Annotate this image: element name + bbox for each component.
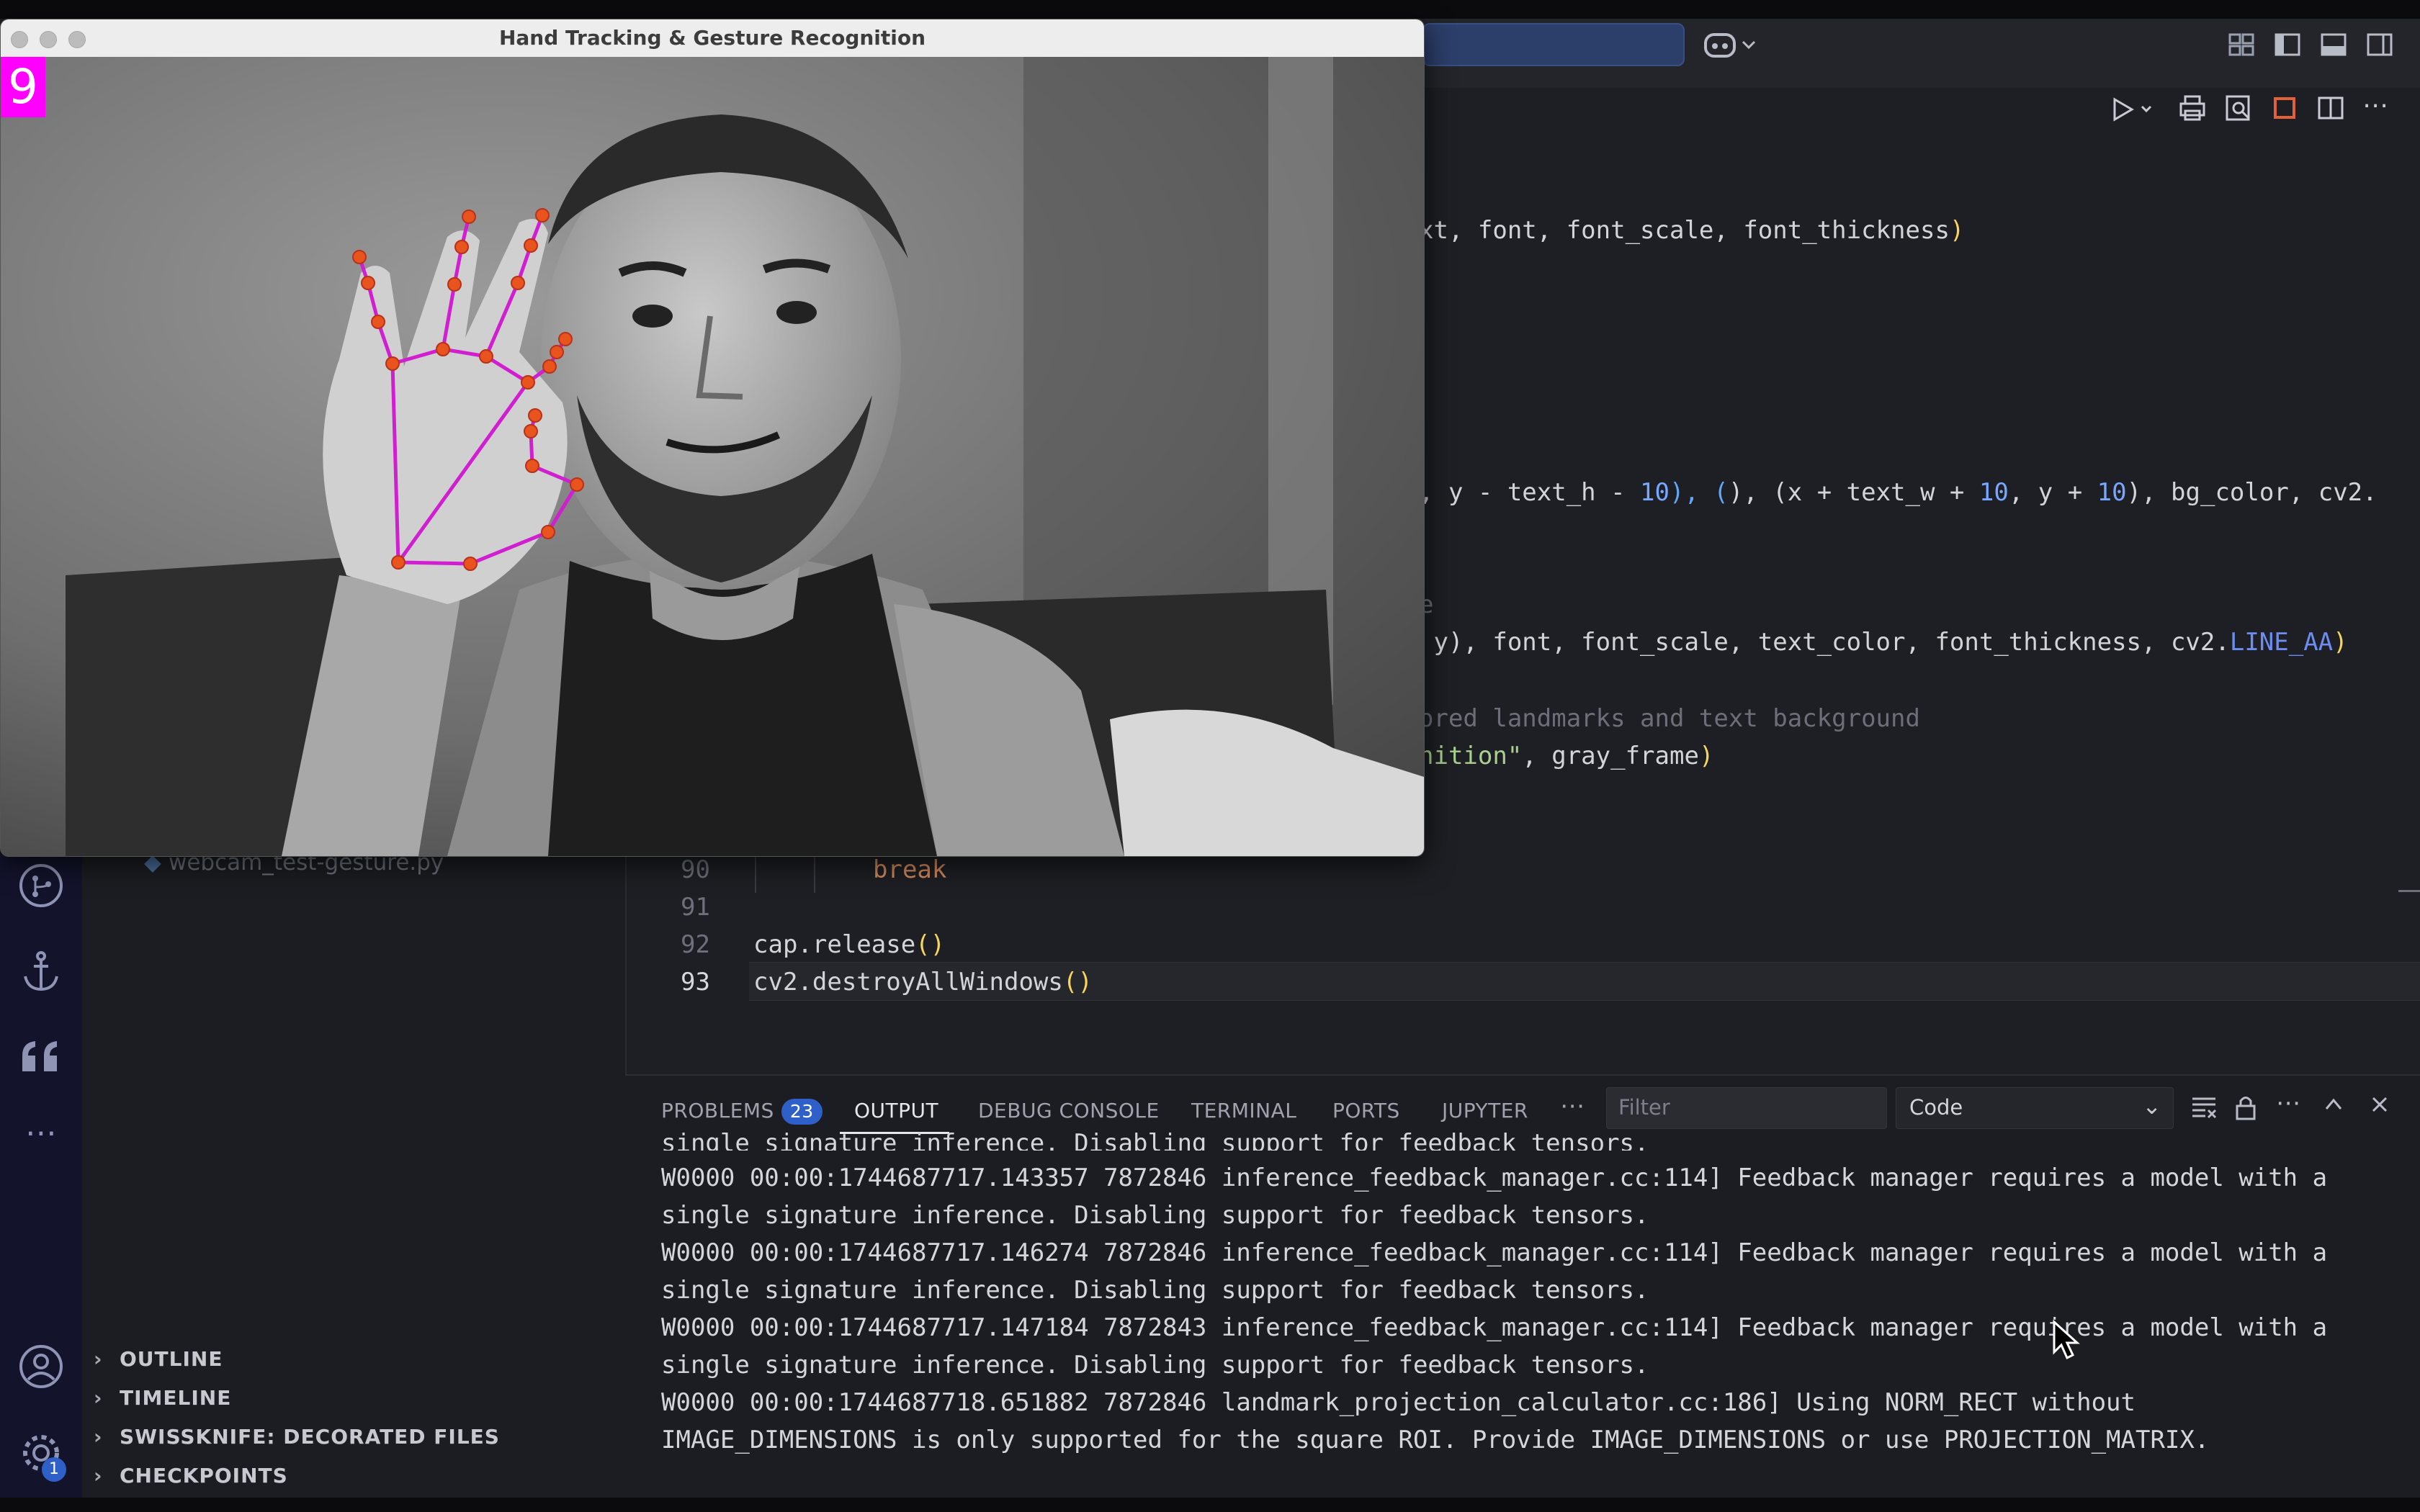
code-break: break <box>873 855 947 884</box>
anchor-icon[interactable] <box>0 949 82 1005</box>
tab-problems[interactable]: PROBLEMS 23 <box>661 1099 823 1125</box>
right-eye <box>776 301 817 324</box>
lock-scroll-icon[interactable] <box>2233 1093 2259 1125</box>
output-line: W0000 00:00:1744687717.146274 7872846 in… <box>661 1238 2328 1267</box>
settings-gear-icon[interactable] <box>0 1430 82 1486</box>
output-line: single signature inference. Disabling su… <box>661 1351 1649 1380</box>
output-filter-input[interactable]: Filter <box>1606 1087 1887 1129</box>
tab-ports[interactable]: PORTS <box>1332 1099 1400 1122</box>
minimap-marker <box>2398 890 2420 892</box>
chevron-right-icon: › <box>94 1425 103 1449</box>
source-control-icon[interactable] <box>0 863 82 919</box>
output-line: W0000 00:00:1744687717.143357 7872846 in… <box>661 1164 2328 1192</box>
output-channel-select[interactable]: Code ⌄ <box>1896 1087 2174 1129</box>
camera-window[interactable]: Hand Tracking & Gesture Recognition 9 <box>0 19 1425 857</box>
toggle-primary-sidebar-icon[interactable] <box>2273 30 2302 62</box>
menubar-strip <box>0 0 2420 19</box>
clear-output-icon[interactable] <box>2190 1094 2218 1123</box>
run-icon[interactable] <box>2110 95 2161 127</box>
toggle-secondary-sidebar-icon[interactable] <box>2365 30 2394 62</box>
print-icon[interactable] <box>2177 92 2208 127</box>
code-line-rectangle: , y - text_h - 10), (), (x + text_w + 10… <box>1419 478 2378 507</box>
account-icon[interactable] <box>0 1344 82 1400</box>
checkpoints-section[interactable]: › CHECKPOINTS <box>94 1457 598 1495</box>
toggle-panel-icon[interactable] <box>2319 30 2348 62</box>
chevron-down-icon: ⌄ <box>2142 1092 2161 1120</box>
panel-more-icon[interactable]: ⋯ <box>2276 1089 2300 1117</box>
breadcrumb-bar <box>1419 141 2420 176</box>
swissknife-section[interactable]: › SWISSKNIFE: DECORATED FILES <box>94 1418 598 1456</box>
chevron-right-icon: › <box>94 1464 103 1488</box>
tab-terminal[interactable]: TERMINAL <box>1191 1099 1296 1122</box>
copilot-icon[interactable] <box>1703 29 1760 67</box>
output-line: IMAGE_DIMENSIONS is only supported for t… <box>661 1426 2210 1454</box>
line-number: 91 <box>681 893 710 922</box>
more-tabs-icon[interactable]: ⋯ <box>1560 1092 1585 1120</box>
camera-window-title: Hand Tracking & Gesture Recognition <box>498 26 926 50</box>
left-eye <box>632 305 673 328</box>
customize-layout-icon[interactable] <box>2227 30 2256 62</box>
webcam-feed <box>1 57 1424 856</box>
quote-icon[interactable] <box>0 1034 82 1090</box>
problems-count-badge: 23 <box>781 1099 823 1125</box>
editor-toolbar <box>1419 88 2420 143</box>
split-editor-icon[interactable] <box>2316 94 2345 125</box>
timeline-section[interactable]: › TIMELINE <box>94 1380 598 1417</box>
line-number-active: 93 <box>681 968 710 996</box>
chevron-right-icon: › <box>94 1386 103 1410</box>
settings-update-badge: 1 <box>42 1457 66 1482</box>
code-line-text-size: xt, font, font_scale, font_thickness) <box>1419 216 1965 245</box>
close-panel-icon[interactable] <box>2367 1092 2393 1120</box>
tab-jupyter[interactable]: JUPYTER <box>1442 1099 1528 1122</box>
output-line: single signature inference. Disabling su… <box>661 1201 1649 1230</box>
more-views-icon[interactable]: ⋯ <box>0 1115 82 1151</box>
outline-section[interactable]: › OUTLINE <box>94 1341 598 1378</box>
activity-bar <box>0 850 82 1498</box>
maximize-panel-icon[interactable] <box>2321 1092 2347 1120</box>
output-line: single signature inference. Disabling su… <box>661 1129 1649 1151</box>
code-line-imshow: nition", gray_frame) <box>1419 742 1714 770</box>
output-line: single signature inference. Disabling su… <box>661 1276 1649 1305</box>
bottom-strip <box>0 1498 2420 1512</box>
code-comment-landmarks: ored landmarks and text background <box>1419 704 1920 733</box>
line-number: 92 <box>681 930 710 959</box>
command-center[interactable] <box>1422 23 1685 66</box>
output-line: W0000 00:00:1744687718.651882 7872846 la… <box>661 1388 2136 1417</box>
code-cap-release: cap.release() <box>753 930 946 959</box>
chevron-right-icon: › <box>94 1347 103 1371</box>
gesture-count-label: 9 <box>1 57 45 117</box>
line-number: 90 <box>681 855 710 884</box>
code-line-puttext: y), font, font_scale, text_color, font_t… <box>1419 628 2348 657</box>
preview-search-icon[interactable] <box>2223 92 2254 127</box>
mouse-cursor-icon <box>2051 1319 2083 1365</box>
tab-debug-console[interactable]: DEBUG CONSOLE <box>978 1099 1160 1122</box>
code-destroy-windows: cv2.destroyAllWindows() <box>753 968 1093 996</box>
tab-output[interactable]: OUTPUT <box>854 1099 938 1122</box>
more-actions-icon[interactable]: ⋯ <box>2362 91 2388 120</box>
stop-icon[interactable] <box>2272 95 2298 124</box>
